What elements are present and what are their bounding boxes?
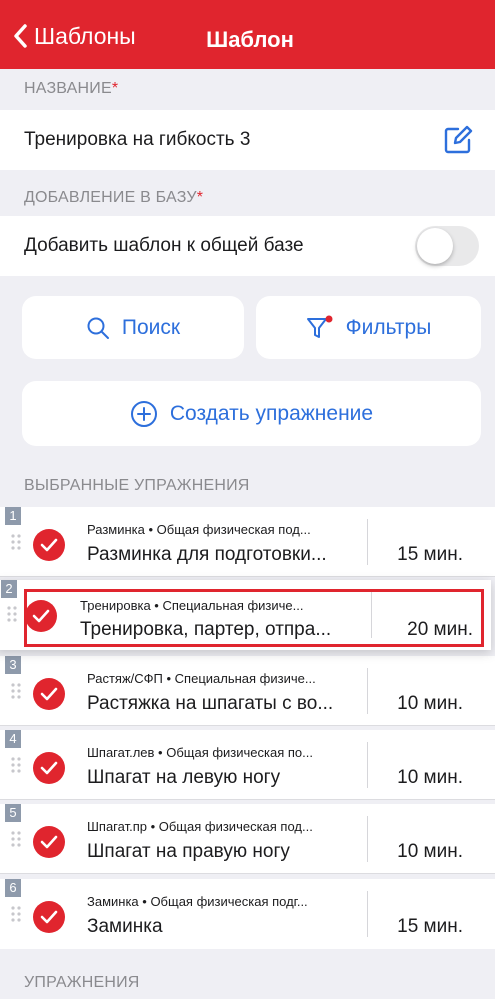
page-title: Шаблон (206, 27, 294, 52)
create-exercise-label: Создать упражнение (169, 401, 374, 425)
required-mark: * (196, 189, 204, 206)
exercise-duration[interactable]: 20 мин. (407, 618, 473, 642)
exercise-duration[interactable]: 10 мин. (397, 840, 463, 864)
required-mark: * (111, 80, 119, 97)
edit-pencil-icon[interactable] (443, 125, 473, 155)
name-section-header: НАЗВАНИЕ* (24, 80, 119, 97)
selected-checkmark-icon[interactable] (33, 752, 65, 784)
divider (0, 799, 495, 800)
exercise-duration[interactable]: 15 мин. (397, 915, 463, 939)
exercise-name: Шпагат на правую ногу (87, 841, 290, 862)
divider (367, 816, 368, 862)
selected-exercise-row-dragging[interactable]: 2 Тренировка • Специальная физиче... Тре… (0, 580, 491, 650)
filters-button[interactable]: Фильтры (256, 296, 481, 359)
add-to-base-toggle[interactable] (415, 226, 479, 266)
divider (367, 668, 368, 714)
base-section-header: ДОБАВЛЕНИЕ В БАЗУ* (24, 189, 204, 206)
exercise-category: Шпагат.пр • Общая физическая под... (87, 819, 313, 834)
divider (371, 592, 372, 638)
selected-exercise-row[interactable]: 1 Разминка • Общая физическая под... Раз… (0, 507, 495, 577)
exercises-section-header: УПРАЖНЕНИЯ (24, 974, 140, 991)
toggle-knob (417, 228, 453, 264)
add-to-base-row: Добавить шаблон к общей базе (0, 216, 495, 276)
add-circle-icon (130, 400, 157, 427)
selected-exercise-row[interactable]: 3 Растяж/СФП • Специальная физиче... Рас… (0, 656, 495, 726)
template-name-row[interactable]: Тренировка на гибкость 3 (0, 110, 495, 170)
divider (367, 519, 368, 565)
exercise-category: Тренировка • Специальная физиче... (80, 598, 304, 613)
drag-handle-icon[interactable] (11, 906, 21, 922)
exercise-category: Растяж/СФП • Специальная физиче... (87, 671, 316, 686)
selected-exercises-header: ВЫБРАННЫЕ УПРАЖНЕНИЯ (24, 477, 250, 494)
drag-handle-icon[interactable] (11, 757, 21, 773)
template-name-value: Тренировка на гибкость 3 (24, 129, 251, 150)
selected-checkmark-icon[interactable] (33, 826, 65, 858)
search-icon (87, 317, 109, 339)
exercise-number-badge: 2 (1, 580, 17, 598)
exercise-category: Шпагат.лев • Общая физическая по... (87, 745, 313, 760)
exercise-number-badge: 6 (5, 879, 21, 897)
selected-exercise-row[interactable]: 4 Шпагат.лев • Общая физическая по... Шп… (0, 730, 495, 800)
exercise-duration[interactable]: 10 мин. (397, 692, 463, 716)
selected-exercise-row[interactable]: 6 Заминка • Общая физическая подг... Зам… (0, 879, 495, 949)
divider (0, 725, 495, 726)
exercise-name: Тренировка, партер, отпра... (80, 619, 332, 640)
exercise-duration[interactable]: 10 мин. (397, 766, 463, 790)
drag-handle-icon[interactable] (11, 831, 21, 847)
exercise-number-badge: 3 (5, 656, 21, 674)
exercise-duration[interactable]: 15 мин. (397, 543, 463, 567)
exercise-number-badge: 4 (5, 730, 21, 748)
exercise-category: Разминка • Общая физическая под... (87, 522, 311, 537)
navigation-bar: Шаблоны Шаблон (0, 0, 495, 69)
exercise-number-badge: 1 (5, 507, 21, 525)
create-exercise-button[interactable]: Создать упражнение (22, 381, 481, 446)
add-to-base-label: Добавить шаблон к общей базе (24, 235, 304, 256)
exercise-name: Шпагат на левую ногу (87, 767, 281, 788)
filters-button-label: Фильтры (345, 315, 432, 339)
filter-funnel-icon (306, 315, 333, 338)
search-button-label: Поиск (121, 315, 181, 339)
drag-handle-icon[interactable] (11, 534, 21, 550)
search-button[interactable]: Поиск (22, 296, 244, 359)
drag-handle-icon[interactable] (11, 683, 21, 699)
selected-checkmark-icon[interactable] (25, 600, 57, 632)
exercise-number-badge: 5 (5, 804, 21, 822)
exercise-name: Заминка (87, 916, 163, 937)
drag-handle-icon[interactable] (7, 606, 17, 622)
selected-checkmark-icon[interactable] (33, 678, 65, 710)
divider (0, 873, 495, 874)
exercise-name: Разминка для подготовки... (87, 544, 327, 565)
divider (367, 891, 368, 937)
selected-exercise-row[interactable]: 5 Шпагат.пр • Общая физическая под... Шп… (0, 804, 495, 874)
selected-checkmark-icon[interactable] (33, 901, 65, 933)
divider (0, 576, 495, 577)
exercise-name: Растяжка на шпагаты с во... (87, 693, 334, 714)
divider (367, 742, 368, 788)
exercise-category: Заминка • Общая физическая подг... (87, 894, 308, 909)
selected-checkmark-icon[interactable] (33, 529, 65, 561)
